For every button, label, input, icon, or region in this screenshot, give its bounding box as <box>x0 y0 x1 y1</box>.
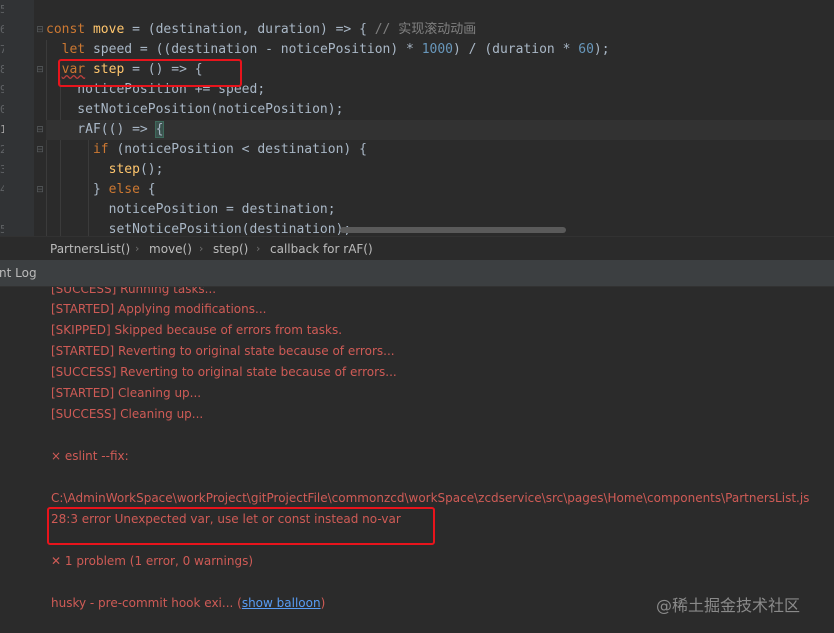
code-token: ) / (duration * <box>453 42 579 57</box>
fold-marker-icon[interactable]: ⊟ <box>35 20 45 40</box>
code-token: noticePosition = destination; <box>46 202 336 217</box>
breadcrumb-item-partnerslist[interactable]: PartnersList() <box>50 237 130 261</box>
code-token: { <box>147 182 156 197</box>
code-line[interactable]: let speed = ((destination - noticePositi… <box>46 40 834 60</box>
breadcrumb-item-step[interactable]: step() <box>213 237 248 261</box>
code-token: 1000 <box>421 42 454 57</box>
line-number: 8 <box>0 63 4 76</box>
code-line[interactable]: if (noticePosition < destination) { <box>46 140 834 160</box>
code-line[interactable]: step(); <box>46 160 834 180</box>
show-balloon-link[interactable]: show balloon <box>242 596 321 610</box>
line-number: 4 <box>0 183 4 196</box>
code-token: else <box>108 182 148 197</box>
husky-message: husky - pre-commit hook exi... ( <box>51 596 242 610</box>
fold-marker-icon[interactable]: ⊟ <box>35 140 45 160</box>
event-log-header[interactable]: nt Log <box>0 260 834 287</box>
breadcrumb: PartnersList() › move() › step() › callb… <box>0 236 834 261</box>
line-number: 7 <box>0 43 4 56</box>
code-token: rAF(() => <box>46 122 156 137</box>
code-token: (); <box>139 162 164 177</box>
line-number: 1 <box>0 123 4 136</box>
fold-marker-icon[interactable]: ⊟ <box>35 180 45 200</box>
log-line: × eslint --fix: <box>51 449 129 463</box>
code-token: { <box>154 121 165 138</box>
log-line: [SUCCESS] Running tasks... <box>51 287 217 296</box>
log-line: [SKIPPED] Skipped because of errors from… <box>51 323 343 337</box>
fold-marker-icon[interactable]: ⊟ <box>35 120 45 140</box>
code-token: speed = ((destination - noticePosition) … <box>92 42 422 57</box>
code-token: const <box>46 22 93 37</box>
breadcrumb-item-move[interactable]: move() <box>149 237 192 261</box>
line-number: 9 <box>0 83 4 96</box>
code-token: if <box>92 142 117 157</box>
log-line: [STARTED] Applying modifications... <box>51 302 267 316</box>
code-line[interactable]: noticePosition = destination; <box>46 200 834 220</box>
code-token: ); <box>593 42 610 57</box>
code-token: 60 <box>578 42 594 57</box>
chevron-right-icon: › <box>256 242 261 255</box>
code-token: step <box>108 162 140 177</box>
panel-title: nt Log <box>0 266 37 280</box>
code-token: let <box>61 42 93 57</box>
code-token: (noticePosition < destination) { <box>116 142 367 157</box>
line-number: 0 <box>0 103 4 116</box>
event-log-panel[interactable]: [SUCCESS] Running tasks... [STARTED] App… <box>0 287 834 633</box>
line-number: 5 <box>0 3 4 16</box>
fold-marker-icon[interactable]: ⊟ <box>35 60 45 80</box>
var-annotation-box <box>58 59 242 87</box>
log-line: [SUCCESS] Reverting to original state be… <box>51 365 397 379</box>
code-token: = (destination, duration) => { <box>124 22 375 37</box>
code-token: move <box>92 22 125 37</box>
code-token: } <box>46 182 109 197</box>
log-line: [STARTED] Cleaning up... <box>51 386 202 400</box>
husky-suffix: ) <box>320 596 326 610</box>
line-number: 3 <box>0 163 4 176</box>
log-line: [SUCCESS] Cleaning up... <box>51 407 204 421</box>
chevron-right-icon: › <box>199 242 204 255</box>
code-line[interactable]: } else { <box>46 180 834 200</box>
breadcrumb-item-callback[interactable]: callback for rAF() <box>270 237 373 261</box>
code-line[interactable] <box>46 0 834 20</box>
log-line: [STARTED] Reverting to original state be… <box>51 344 395 358</box>
log-summary: ✕ 1 problem (1 error, 0 warnings) <box>51 554 254 568</box>
code-token: // 实现滚动动画 <box>374 22 477 37</box>
code-line[interactable]: setNoticePosition(noticePosition); <box>46 100 834 120</box>
error-annotation-box <box>47 507 435 545</box>
watermark: @稀土掘金技术社区 <box>656 596 801 615</box>
horizontal-scrollbar[interactable] <box>340 227 566 233</box>
code-token: setNoticePosition(noticePosition); <box>46 102 344 117</box>
chevron-right-icon: › <box>135 242 140 255</box>
code-editor[interactable]: 5 6 7 8 9 0 1 2 3 4 5 ⊟ ⊟ ⊟ ⊟ ⊟ const mo… <box>0 0 834 236</box>
code-line[interactable]: const move = (destination, duration) => … <box>46 20 834 40</box>
line-number: 5 <box>0 223 4 236</box>
log-husky-line: husky - pre-commit hook exi... (show bal… <box>51 595 325 611</box>
editor-gutter: 5 6 7 8 9 0 1 2 3 4 5 <box>0 0 34 236</box>
line-number: 2 <box>0 143 4 156</box>
line-number: 6 <box>0 23 4 36</box>
code-token: setNoticePosition(destination); <box>46 222 352 236</box>
log-file-path: C:\AdminWorkSpace\workProject\gitProject… <box>51 491 810 505</box>
code-line[interactable]: rAF(() => { <box>46 120 834 140</box>
